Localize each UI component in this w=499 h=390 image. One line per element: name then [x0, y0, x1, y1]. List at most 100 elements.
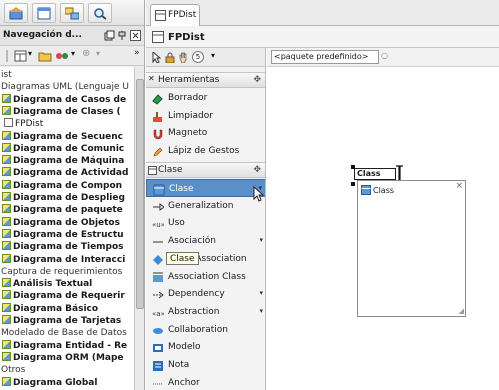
- tree-item[interactable]: Diagrama de Objetos: [0, 216, 134, 229]
- diagram-type-icon: [2, 105, 11, 115]
- more-tools-icon[interactable]: »: [134, 48, 140, 58]
- palette-tool[interactable]: Lápiz de Gestos: [146, 142, 265, 160]
- tree-item[interactable]: Diagrama Entidad - Re: [0, 339, 134, 352]
- window-button[interactable]: [32, 3, 56, 23]
- tools-section-header[interactable]: ✕ Herramientas ✥: [146, 72, 265, 88]
- tree-item[interactable]: Diagrama ORM (Mape: [0, 351, 134, 364]
- palette-class-tool[interactable]: Association Class: [146, 268, 265, 286]
- resize-handle[interactable]: [351, 165, 355, 169]
- palette-class-tool[interactable]: N-ary Association: [146, 250, 265, 268]
- tree-item-label: Diagramas UML (Lenguaje U: [1, 82, 129, 93]
- pan-hand-icon[interactable]: [178, 52, 189, 63]
- dropdown-arrow-icon[interactable]: ▾: [259, 289, 263, 297]
- home-button[interactable]: [4, 3, 28, 23]
- package-field[interactable]: <paquete predefinido>: [271, 50, 379, 64]
- palette-class-tool[interactable]: Modelo: [146, 338, 265, 356]
- magnet-icon: [153, 129, 163, 140]
- search-button[interactable]: [88, 3, 112, 23]
- palette-class-tool[interactable]: Dependency ▾: [146, 285, 265, 303]
- lock-icon[interactable]: [165, 52, 175, 63]
- tree-item[interactable]: Diagrama de Requerir: [0, 290, 134, 302]
- tree-item-label: Diagrama de Desplieg: [13, 193, 125, 203]
- model-tree[interactable]: ist Diagramas UML (Lenguaje U Diagrama de …: [0, 67, 134, 390]
- tree-item-label: Diagrama de Secuenc: [13, 131, 124, 142]
- tree-item[interactable]: Diagrama de paquete: [0, 204, 134, 216]
- tree-item[interactable]: Diagrama Global: [0, 376, 134, 389]
- tree-item[interactable]: Diagramas UML (Lenguaje U: [0, 81, 134, 93]
- diagram-button[interactable]: [60, 3, 84, 23]
- pin-icon[interactable]: ✥: [253, 165, 261, 175]
- palette-tool[interactable]: Magneto: [146, 124, 265, 142]
- package-dropdown-icon[interactable]: ○: [381, 51, 388, 60]
- tree-scrollbar[interactable]: [134, 67, 144, 390]
- tab-fpdist[interactable]: FPDist: [150, 4, 200, 26]
- class-element[interactable]: Class × ◢: [357, 180, 466, 317]
- palette-class-tool[interactable]: «a» Abstraction ▾: [146, 303, 265, 321]
- filter-dropdown-icon[interactable]: ▾: [96, 49, 100, 58]
- palette-class-tool[interactable]: Nota: [146, 356, 265, 374]
- palette-class-tool[interactable]: Collaboration: [146, 321, 265, 339]
- tree-item-label: Diagrama ORM (Mape: [13, 352, 124, 363]
- dropdown-arrow-icon[interactable]: ▾: [259, 307, 263, 315]
- dropdown-arrow-icon[interactable]: ▾: [259, 236, 263, 244]
- tree-item[interactable]: Otros: [0, 364, 134, 376]
- nary-association-icon: [153, 254, 163, 265]
- open-folder-icon[interactable]: [38, 50, 52, 62]
- palette-class-tool[interactable]: «u» Uso: [146, 214, 265, 232]
- diagram-type-icon: [2, 179, 11, 189]
- pin-icon[interactable]: ✥: [253, 75, 261, 85]
- pin-icon[interactable]: [117, 30, 128, 41]
- tree-item[interactable]: Diagrama de Actividad: [0, 167, 134, 179]
- diagram-type-icon: [2, 302, 11, 312]
- palette-tool-label: Uso: [168, 218, 185, 229]
- tree-item[interactable]: Diagrama de Casos de: [0, 93, 134, 106]
- tree-item[interactable]: Análisis Textual: [0, 278, 134, 290]
- palette-class-tool[interactable]: Clase ▾: [146, 179, 265, 197]
- new-dropdown-icon[interactable]: ▾: [28, 49, 32, 58]
- broom-icon: [153, 111, 162, 122]
- tree-item-label: Diagrama de Objetos: [13, 217, 120, 228]
- zoom-level[interactable]: 5: [192, 51, 204, 63]
- palette-class-tool[interactable]: Generalization: [146, 197, 265, 215]
- palette-tool-label: Dependency: [168, 289, 225, 300]
- palette-menu-icon[interactable]: ▾: [211, 51, 215, 60]
- palette-tool-label: Asociación: [168, 236, 216, 247]
- tree-item[interactable]: Diagrama de Estructu: [0, 228, 134, 241]
- tree-dropdown-icon[interactable]: ▾: [71, 49, 75, 58]
- tree-item-label: Captura de requerimientos: [1, 266, 123, 277]
- detach-icon[interactable]: [104, 30, 115, 41]
- tree-item-label: Análisis Textual: [13, 279, 93, 290]
- tree-item[interactable]: Diagrama de Máquina: [0, 155, 134, 167]
- palette-tool[interactable]: Limpiador: [146, 107, 265, 125]
- palette-class-tool[interactable]: Anchor: [146, 374, 265, 390]
- diagram-type-icon: [2, 241, 11, 251]
- tree-node-icon[interactable]: [55, 50, 69, 62]
- tree-item[interactable]: Diagrama de Desplieg: [0, 192, 134, 204]
- class-section-header[interactable]: Clase ✥: [146, 162, 265, 178]
- close-icon[interactable]: [130, 30, 141, 41]
- resize-grip-icon[interactable]: ◢: [459, 307, 464, 315]
- navigator-header: Navegación d...: [0, 26, 144, 46]
- tree-item[interactable]: Diagrama de Tarjetas: [0, 315, 134, 327]
- tree-item[interactable]: FPDist: [0, 118, 134, 130]
- select-arrow-icon[interactable]: [152, 52, 161, 63]
- filter-icon[interactable]: ⊕: [82, 48, 90, 59]
- class-name-editor[interactable]: Class: [354, 168, 396, 180]
- tree-item[interactable]: Modelado de Base de Datos: [0, 327, 134, 339]
- scrollbar-thumb[interactable]: [136, 79, 144, 309]
- tree-item[interactable]: ist: [0, 69, 134, 81]
- tree-item[interactable]: Diagrama de Secuenc: [0, 130, 134, 143]
- palette-tool[interactable]: Borrador: [146, 89, 265, 107]
- tree-item[interactable]: Captura de requerimientos: [0, 266, 134, 278]
- palette-tool-label: Anchor: [168, 377, 200, 388]
- tree-item[interactable]: Diagrama de Tiempos: [0, 241, 134, 253]
- resize-handle[interactable]: [351, 182, 355, 186]
- tree-item[interactable]: Diagrama de Clases (: [0, 105, 134, 118]
- tree-item[interactable]: Diagrama de Compon: [0, 179, 134, 192]
- close-icon[interactable]: ×: [455, 181, 463, 191]
- tree-item[interactable]: Diagrama de Comunic: [0, 142, 134, 155]
- tree-item[interactable]: Diagrama Básico: [0, 302, 134, 315]
- palette-class-tool[interactable]: Asociación ▾: [146, 232, 265, 250]
- new-diagram-icon[interactable]: [14, 50, 27, 62]
- tree-item[interactable]: Diagrama de Interacci: [0, 253, 134, 266]
